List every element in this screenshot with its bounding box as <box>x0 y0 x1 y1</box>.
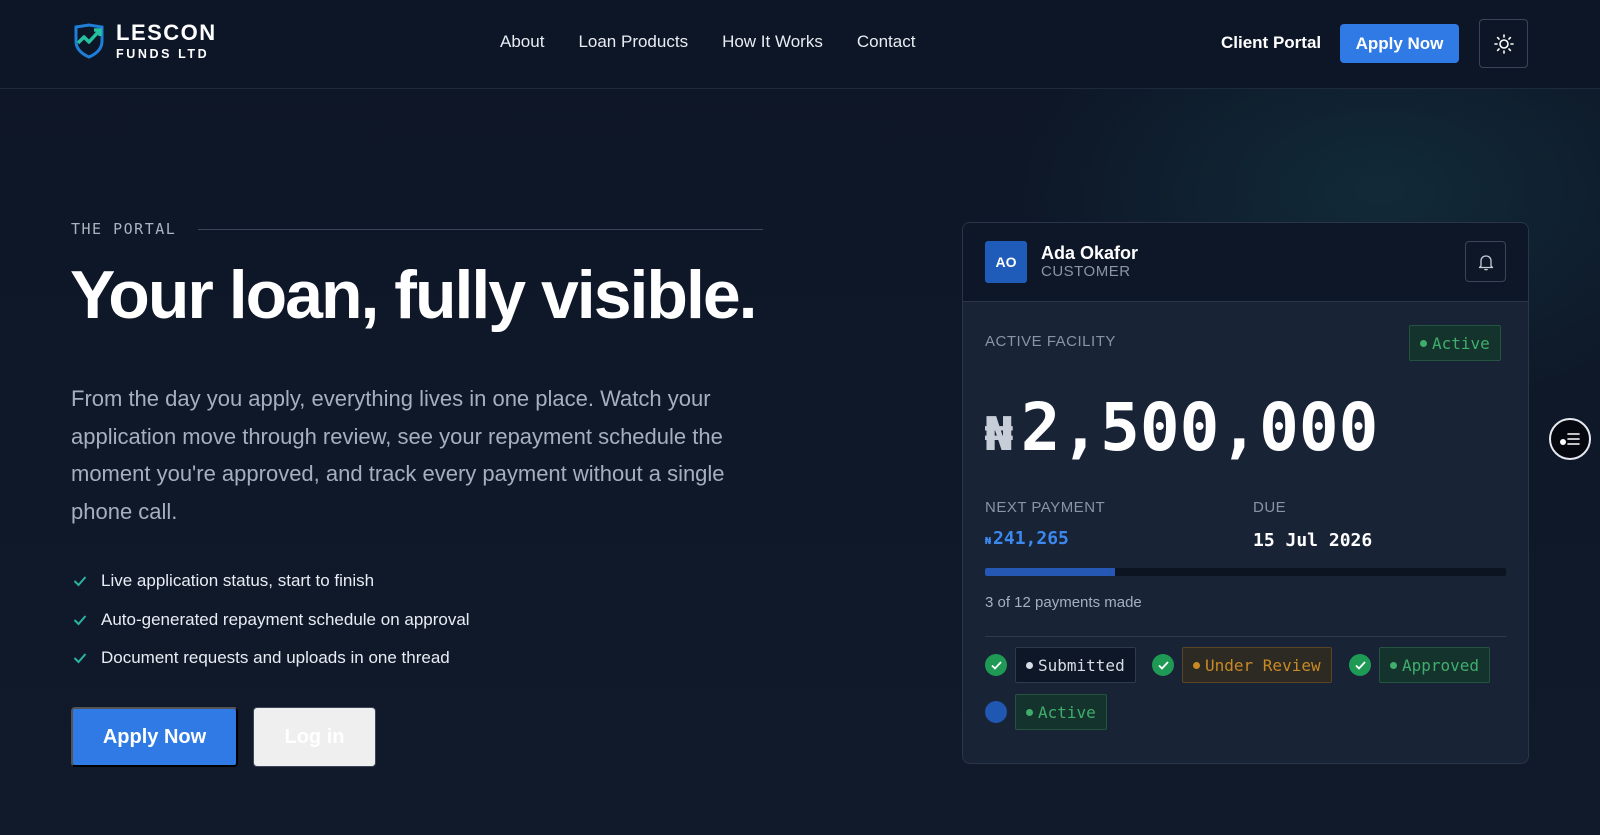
notifications-button[interactable] <box>1465 241 1506 282</box>
amount-value: 2,500,000 <box>1020 389 1379 466</box>
feature-item: Auto-generated repayment schedule on app… <box>73 601 470 640</box>
facility-label: ACTIVE FACILITY <box>985 333 1116 350</box>
facility-amount: ₦ 2,500,000 <box>985 389 1378 466</box>
nav-how-it-works[interactable]: How It Works <box>722 32 823 52</box>
hero-eyebrow: THE PORTAL <box>71 220 764 238</box>
hero-apply-button[interactable]: Apply Now <box>71 707 238 767</box>
check-icon <box>990 660 1002 670</box>
status-badge: Active <box>1015 694 1107 730</box>
main-nav: About Loan Products How It Works Contact <box>500 32 949 52</box>
check-icon <box>73 653 87 664</box>
brand-logo[interactable]: LESCON FUNDS LTD <box>72 22 217 61</box>
eyebrow-text: THE PORTAL <box>71 220 177 238</box>
nav-contact[interactable]: Contact <box>857 32 916 52</box>
feature-item: Live application status, start to finish <box>73 562 470 601</box>
header-apply-button[interactable]: Apply Now <box>1340 24 1459 63</box>
sun-icon <box>1493 33 1514 54</box>
due-label: DUE <box>1253 499 1287 516</box>
shield-chart-logo-icon <box>74 23 104 59</box>
facility-status-text: Active <box>1432 333 1490 353</box>
status-label: Approved <box>1402 655 1480 675</box>
brand-name: LESCON <box>116 20 217 45</box>
next-payment-currency: ₦ <box>985 536 992 547</box>
next-payment-amount: 241,265 <box>993 528 1069 549</box>
check-icon <box>73 615 87 626</box>
avatar: AO <box>985 241 1027 283</box>
due-date: 15 Jul 2026 <box>1253 530 1373 551</box>
hero-title: Your loan, fully visible. <box>70 257 758 333</box>
hero-description: From the day you apply, everything lives… <box>71 386 725 524</box>
loan-portal-card: AO Ada Okafor CUSTOMER ACTIVE FACILITY A… <box>962 222 1529 764</box>
site-header: LESCON FUNDS LTD About Loan Products How… <box>0 0 1600 89</box>
status-step-submitted: Submitted <box>985 647 1136 683</box>
step-done-icon <box>1349 654 1371 676</box>
accessibility-menu-icon <box>1560 433 1580 445</box>
floating-menu-button[interactable] <box>1549 418 1591 460</box>
status-badge: Under Review <box>1182 647 1332 683</box>
check-icon <box>1157 660 1169 670</box>
eyebrow-divider <box>198 228 764 230</box>
repayment-progress-bar <box>985 568 1506 576</box>
status-label: Active <box>1038 702 1096 722</box>
card-divider <box>985 636 1506 637</box>
nav-loan-products[interactable]: Loan Products <box>578 32 688 52</box>
status-step-approved: Approved <box>1349 647 1491 683</box>
facility-status-badge: Active <box>1409 325 1501 361</box>
feature-text: Document requests and uploads in one thr… <box>101 648 450 668</box>
status-badge: Approved <box>1379 647 1491 683</box>
brand-subname: FUNDS LTD <box>116 47 210 61</box>
repayment-progress-fill <box>985 568 1116 576</box>
status-label: Under Review <box>1205 655 1321 675</box>
next-payment-label: NEXT PAYMENT <box>985 499 1106 516</box>
feature-text: Live application status, start to finish <box>101 571 375 591</box>
status-step-active: Active <box>985 694 1107 730</box>
feature-list: Live application status, start to finish… <box>73 562 470 678</box>
feature-text: Auto-generated repayment schedule on app… <box>101 609 470 629</box>
user-role: CUSTOMER <box>1041 263 1131 280</box>
theme-toggle-button[interactable] <box>1479 19 1528 68</box>
currency-symbol: ₦ <box>985 407 1013 461</box>
status-label: Submitted <box>1038 655 1125 675</box>
step-done-icon <box>985 654 1007 676</box>
check-icon <box>73 576 87 587</box>
status-step-under-review: Under Review <box>1152 647 1332 683</box>
next-payment-value: ₦ 241,265 <box>985 528 1069 549</box>
step-pending-icon <box>985 701 1007 723</box>
nav-about[interactable]: About <box>500 32 544 52</box>
user-name: Ada Okafor <box>1041 243 1139 263</box>
step-done-icon <box>1152 654 1174 676</box>
status-badge: Submitted <box>1015 647 1136 683</box>
client-portal-link[interactable]: Client Portal <box>1221 33 1321 53</box>
card-header: AO Ada Okafor CUSTOMER <box>963 223 1528 302</box>
login-button[interactable]: Log in <box>253 707 376 767</box>
progress-text: 3 of 12 payments made <box>985 594 1142 611</box>
check-icon <box>1354 660 1366 670</box>
bell-icon <box>1478 254 1493 270</box>
feature-item: Document requests and uploads in one thr… <box>73 639 470 678</box>
